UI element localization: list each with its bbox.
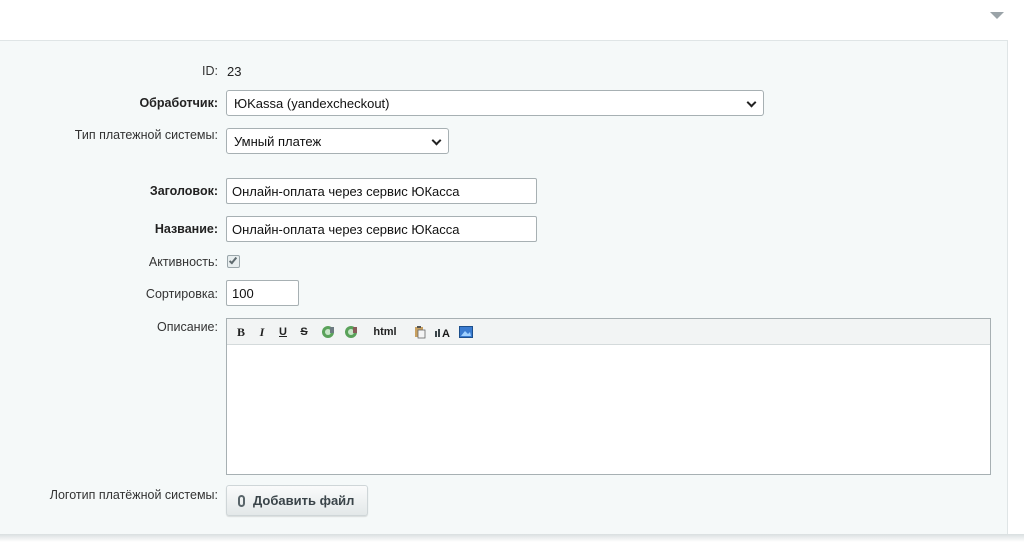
ps-type-label: Тип платежной системы: <box>74 128 218 142</box>
id-label: ID: <box>202 64 218 78</box>
bold-button[interactable]: B <box>236 325 246 339</box>
sort-input[interactable]: 100 <box>226 280 299 306</box>
underline-button[interactable]: U <box>278 325 288 339</box>
ps-type-select[interactable]: Умный платеж <box>226 128 449 154</box>
paperclip-icon <box>238 495 245 507</box>
description-textarea[interactable] <box>227 345 990 475</box>
ps-type-select-value: Умный платеж <box>234 134 322 149</box>
active-label: Активность: <box>148 255 218 269</box>
bottom-shadow <box>0 534 1024 542</box>
logo-label: Логотип платёжной системы: <box>49 488 218 502</box>
top-bar <box>0 0 1024 40</box>
name-input[interactable]: Онлайн-оплата через сервис ЮКасса <box>226 216 537 242</box>
description-label: Описание: <box>157 320 218 334</box>
svg-text:A: A <box>442 328 450 339</box>
remove-link-icon[interactable] <box>344 325 358 339</box>
title-label: Заголовок: <box>149 184 218 198</box>
handler-label: Обработчик: <box>139 96 218 110</box>
insert-image-icon[interactable] <box>459 325 473 339</box>
title-input[interactable]: Онлайн-оплата через сервис ЮКасса <box>226 178 537 204</box>
name-label: Название: <box>154 222 218 236</box>
description-editor: B I U S html A <box>226 318 991 475</box>
chevron-down-icon <box>431 135 442 146</box>
handler-select-value: ЮKassa (yandexcheckout) <box>234 96 390 111</box>
add-file-button[interactable]: Добавить файл <box>226 485 368 516</box>
font-size-icon[interactable]: A <box>434 325 454 340</box>
html-button[interactable]: html <box>372 325 398 339</box>
italic-button[interactable]: I <box>257 325 267 339</box>
add-file-label: Добавить файл <box>253 493 355 508</box>
insert-link-icon[interactable] <box>321 325 335 339</box>
sort-label: Сортировка: <box>145 287 218 301</box>
id-value: 23 <box>227 64 242 79</box>
paste-text-icon[interactable] <box>413 325 427 339</box>
strikethrough-button[interactable]: S <box>299 325 309 339</box>
editor-toolbar: B I U S html A <box>227 319 990 345</box>
checkmark-icon <box>228 255 238 265</box>
handler-select[interactable]: ЮKassa (yandexcheckout) <box>226 90 764 116</box>
chevron-down-icon <box>746 97 757 108</box>
collapse-arrow-icon[interactable] <box>990 12 1004 19</box>
active-checkbox[interactable] <box>227 255 240 268</box>
